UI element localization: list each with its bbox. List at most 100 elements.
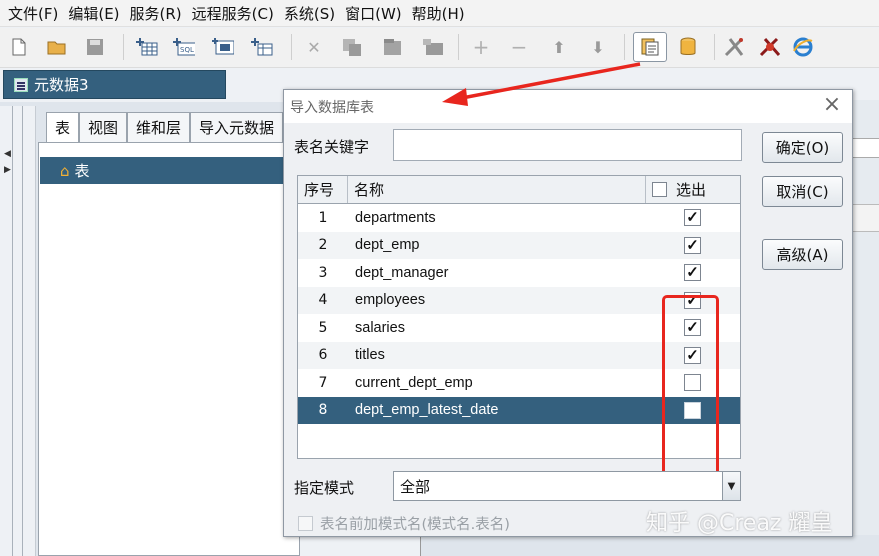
table-keyword-label: 表名关键字 bbox=[294, 138, 370, 156]
row-number: 4 bbox=[318, 292, 328, 308]
row-name: current_dept_emp bbox=[355, 374, 473, 391]
toolbar-separator bbox=[458, 34, 459, 60]
add-dimension-icon[interactable] bbox=[251, 36, 273, 58]
row-checkbox[interactable]: ✓ bbox=[684, 236, 701, 254]
minus-icon[interactable]: − bbox=[508, 35, 530, 59]
menu-system[interactable]: 系统(S) bbox=[284, 3, 335, 24]
tree-root-label: 表 bbox=[74, 162, 90, 180]
watermark: 知乎 @Creaz 耀皇 bbox=[646, 511, 833, 536]
table-tree: ⌂ 表 bbox=[38, 142, 300, 556]
column-header-number[interactable]: 序号 bbox=[298, 176, 348, 203]
save-icon[interactable] bbox=[84, 36, 106, 58]
row-number: 7 bbox=[318, 374, 328, 391]
toolbar-separator bbox=[123, 34, 124, 60]
prefix-checkbox[interactable] bbox=[298, 516, 313, 531]
mode-select[interactable]: 全部 ▼ bbox=[393, 471, 741, 501]
tab-tables[interactable]: 表 bbox=[46, 112, 80, 142]
toolbar-separator bbox=[291, 34, 292, 60]
database-icon[interactable] bbox=[677, 36, 699, 58]
row-number: 1 bbox=[318, 209, 328, 226]
tab-import-metadata[interactable]: 导入元数据 bbox=[190, 112, 284, 142]
row-name: dept_emp_latest_date bbox=[355, 402, 499, 418]
add-field-icon[interactable] bbox=[212, 36, 234, 58]
metadata-icon bbox=[14, 77, 28, 92]
table-header: 序号 名称 选出 bbox=[298, 176, 740, 204]
background-panel bbox=[850, 100, 879, 556]
collapse-arrows-icon[interactable]: ◀ ▶ bbox=[4, 146, 11, 178]
toolbar-separator bbox=[714, 34, 715, 60]
dialog-titlebar[interactable]: 导入数据库表 × bbox=[284, 90, 852, 123]
column-header-name[interactable]: 名称 bbox=[348, 176, 646, 203]
tree-root-node[interactable]: ⌂ 表 bbox=[40, 157, 300, 184]
svg-text:SQL: SQL bbox=[180, 46, 194, 54]
column-header-select[interactable]: 选出 bbox=[646, 176, 740, 203]
copy-icon[interactable] bbox=[341, 36, 363, 58]
advanced-button[interactable]: 高级(A) bbox=[762, 239, 843, 270]
tab-dimensions[interactable]: 维和层 bbox=[127, 112, 191, 142]
table-row[interactable]: 3 dept_manager ✓ bbox=[298, 259, 740, 287]
row-name: dept_emp bbox=[355, 237, 420, 253]
dialog-title: 导入数据库表 bbox=[290, 99, 374, 116]
row-checkbox[interactable]: ✓ bbox=[684, 264, 701, 281]
menu-window[interactable]: 窗口(W) bbox=[345, 3, 402, 24]
cancel-button[interactable]: 取消(C) bbox=[762, 176, 843, 207]
move-icon[interactable] bbox=[421, 36, 443, 58]
split-bar[interactable]: ◀ ▶ bbox=[0, 106, 36, 556]
new-file-icon[interactable] bbox=[8, 36, 30, 58]
close-icon[interactable]: × bbox=[822, 94, 842, 116]
chevron-down-icon[interactable]: ▼ bbox=[722, 472, 740, 500]
mode-select-value: 全部 bbox=[400, 477, 431, 496]
table-row[interactable]: 1 departments ✓ bbox=[298, 204, 740, 232]
row-name: salaries bbox=[355, 319, 405, 336]
prefix-option: 表名前加模式名(模式名.表名) bbox=[298, 513, 510, 534]
table-keyword-input[interactable] bbox=[393, 129, 742, 161]
row-name: departments bbox=[355, 209, 436, 226]
bug-icon[interactable] bbox=[758, 36, 780, 58]
add-sql-table-icon[interactable]: SQL bbox=[173, 36, 195, 58]
menu-remote-service[interactable]: 远程服务(C) bbox=[192, 3, 274, 24]
background-field bbox=[850, 138, 879, 158]
ok-button[interactable]: 确定(O) bbox=[762, 132, 843, 163]
row-number: 8 bbox=[318, 402, 328, 418]
mode-label: 指定模式 bbox=[294, 479, 355, 497]
document-tab[interactable]: 元数据3 bbox=[3, 70, 226, 99]
open-folder-icon[interactable] bbox=[46, 36, 68, 58]
home-icon: ⌂ bbox=[60, 161, 70, 180]
menu-service[interactable]: 服务(R) bbox=[130, 3, 182, 24]
plus-icon[interactable]: + bbox=[470, 35, 492, 59]
subtab-bar: 表 视图 维和层 导入元数据 bbox=[46, 112, 284, 142]
row-name: titles bbox=[355, 347, 385, 363]
menu-edit[interactable]: 编辑(E) bbox=[68, 3, 119, 24]
paste-icon[interactable] bbox=[381, 36, 403, 58]
annotation-highlight-box bbox=[662, 295, 719, 478]
tool-icon[interactable] bbox=[724, 36, 746, 58]
row-number: 3 bbox=[318, 264, 328, 281]
tab-views[interactable]: 视图 bbox=[79, 112, 128, 142]
row-name: employees bbox=[355, 292, 426, 308]
row-checkbox[interactable]: ✓ bbox=[684, 209, 701, 226]
background-field bbox=[850, 204, 879, 232]
table-row[interactable]: 2 dept_emp ✓ bbox=[298, 231, 740, 259]
toolbar-separator bbox=[624, 34, 625, 60]
row-number: 5 bbox=[318, 319, 328, 336]
select-column-label: 选出 bbox=[676, 181, 707, 199]
background-panel bbox=[420, 535, 879, 556]
add-table-icon[interactable] bbox=[136, 36, 158, 58]
row-number: 2 bbox=[318, 237, 328, 253]
import-db-icon[interactable] bbox=[633, 32, 667, 62]
menu-bar: 文件(F) 编辑(E) 服务(R) 远程服务(C) 系统(S) 窗口(W) 帮助… bbox=[0, 0, 879, 27]
import-db-table-dialog: 导入数据库表 × 表名关键字 确定(O) 取消(C) 高级(A) 序号 名称 选… bbox=[283, 89, 853, 537]
arrow-up-icon[interactable]: ⬆ bbox=[548, 36, 570, 58]
document-tab-title: 元数据3 bbox=[34, 76, 89, 94]
delete-icon[interactable]: ✕ bbox=[303, 36, 325, 58]
menu-file[interactable]: 文件(F) bbox=[8, 3, 58, 24]
row-number: 6 bbox=[318, 347, 328, 363]
arrow-down-icon[interactable]: ⬇ bbox=[587, 36, 609, 58]
select-all-checkbox[interactable] bbox=[652, 182, 667, 197]
toolbar: SQL ✕ + − ⬆ ⬇ bbox=[0, 28, 879, 68]
prefix-label: 表名前加模式名(模式名.表名) bbox=[320, 517, 510, 533]
split-line bbox=[12, 106, 13, 556]
ie-icon[interactable] bbox=[792, 36, 814, 58]
row-name: dept_manager bbox=[355, 264, 449, 281]
menu-help[interactable]: 帮助(H) bbox=[412, 3, 465, 24]
